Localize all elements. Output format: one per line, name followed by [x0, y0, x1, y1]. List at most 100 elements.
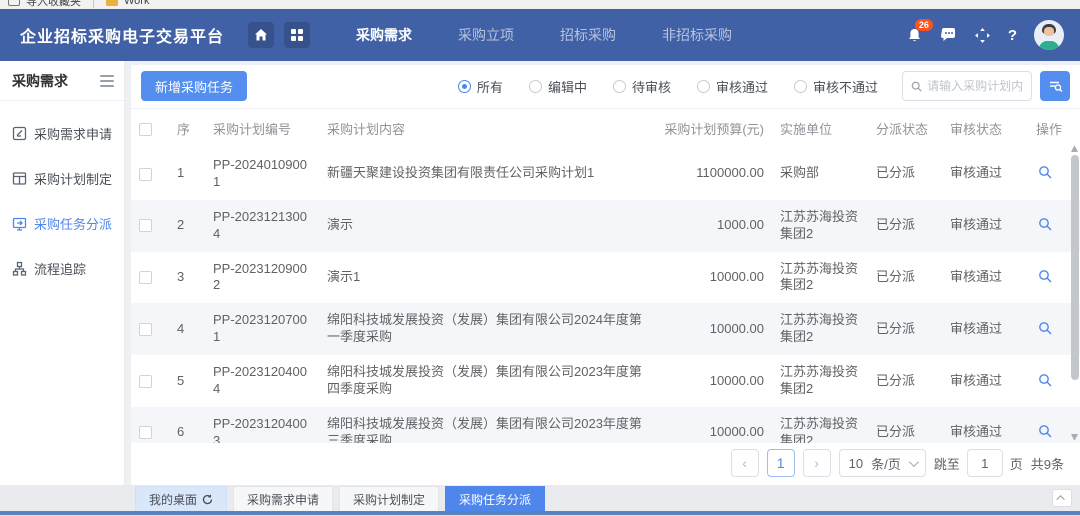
import-bookmarks-label[interactable]: 导入收藏夹: [26, 0, 81, 9]
row-checkbox[interactable]: [139, 426, 152, 439]
cell-plan-code: PP-20240109001: [205, 148, 319, 200]
messages-button[interactable]: [940, 27, 957, 43]
view-row-button[interactable]: [1036, 267, 1054, 288]
cell-seq: 6: [169, 407, 205, 443]
tab-my-desktop[interactable]: 我的桌面: [135, 486, 227, 511]
table-scrollbar[interactable]: [1070, 145, 1079, 441]
cell-budget: 10000.00: [654, 407, 772, 443]
row-checkbox[interactable]: [139, 375, 152, 388]
status-filter-group: 所有 编辑中 待审核: [458, 77, 878, 96]
cell-unit: 江苏苏海投资集团2: [772, 252, 868, 304]
col-seq: 序: [169, 109, 205, 148]
sidebar-item-task-dispatch[interactable]: 采购任务分派: [0, 201, 124, 246]
cell-seq: 4: [169, 303, 205, 355]
scroll-down-icon[interactable]: [1071, 434, 1078, 441]
col-actions: 操作: [1028, 109, 1080, 148]
cell-dispatch-status: 已分派: [868, 303, 942, 355]
home-icon: [254, 28, 268, 42]
status-filter-radio[interactable]: 所有: [458, 77, 503, 96]
header-actions: 26 ?: [906, 20, 1080, 50]
view-row-button[interactable]: [1036, 163, 1054, 184]
notifications-button[interactable]: 26: [906, 27, 923, 44]
row-checkbox[interactable]: [139, 271, 152, 284]
collapse-menu-icon[interactable]: [100, 72, 114, 90]
sidebar-item-demand-apply[interactable]: 采购需求申请: [0, 111, 124, 156]
page-size-select[interactable]: 10 条/页: [839, 449, 926, 477]
radio-icon: [613, 80, 626, 93]
cell-budget: 1100000.00: [654, 148, 772, 200]
tab-task-dispatch[interactable]: 采购任务分派: [445, 486, 545, 511]
sidebar-item-process-tracking[interactable]: 流程追踪: [0, 246, 124, 291]
radio-icon: [529, 80, 542, 93]
cell-dispatch-status: 已分派: [868, 200, 942, 252]
search-icon: [911, 80, 922, 93]
view-row-button[interactable]: [1036, 371, 1054, 392]
status-filter-radio[interactable]: 审核通过: [697, 77, 768, 96]
home-button[interactable]: [248, 22, 274, 48]
plan-table-icon: [12, 171, 27, 186]
cell-dispatch-status: 已分派: [868, 355, 942, 407]
user-avatar[interactable]: [1034, 20, 1064, 50]
cell-plan-content: 新疆天聚建设投资集团有限责任公司采购计划1: [319, 148, 654, 200]
help-button[interactable]: ?: [1008, 27, 1017, 44]
scrollbar-thumb[interactable]: [1071, 155, 1079, 380]
cell-plan-content: 绵阳科技城发展投资（发展）集团有限公司2024年度第一季度采购: [319, 303, 654, 355]
apps-grid-icon: [291, 29, 303, 41]
folder-icon[interactable]: [106, 0, 118, 6]
page-number-button[interactable]: 1: [767, 449, 795, 477]
cell-plan-code: PP-20231204004: [205, 355, 319, 407]
view-row-button[interactable]: [1036, 422, 1054, 443]
jump-prefix-label: 跳至: [934, 454, 960, 473]
nav-procurement-demand[interactable]: 采购需求: [356, 25, 412, 45]
status-filter-radio[interactable]: 待审核: [613, 77, 671, 96]
prev-page-button[interactable]: ‹: [731, 449, 759, 477]
avatar-face: [1044, 27, 1054, 36]
nav-bidding-procurement[interactable]: 招标采购: [560, 25, 616, 45]
next-page-button[interactable]: ›: [803, 449, 831, 477]
chevron-up-icon: [1056, 495, 1064, 503]
tab-demand-apply[interactable]: 采购需求申请: [233, 486, 333, 511]
cell-audit-status: 审核通过: [942, 355, 1028, 407]
cell-audit-status: 审核通过: [942, 200, 1028, 252]
col-audit-status: 审核状态: [942, 109, 1028, 148]
refresh-icon[interactable]: [202, 494, 213, 505]
view-row-button[interactable]: [1036, 319, 1054, 340]
scroll-up-icon[interactable]: [1071, 145, 1078, 152]
fullscreen-button[interactable]: [974, 27, 991, 44]
col-plan-code: 采购计划编号: [205, 109, 319, 148]
table-row: 4 PP-20231207001 绵阳科技城发展投资（发展）集团有限公司2024…: [131, 303, 1080, 355]
cell-plan-code: PP-20231207001: [205, 303, 319, 355]
cell-plan-content: 绵阳科技城发展投资（发展）集团有限公司2023年度第三季度采购: [319, 407, 654, 443]
collapse-tabs-button[interactable]: [1052, 489, 1072, 507]
row-checkbox[interactable]: [139, 323, 152, 336]
cell-audit-status: 审核通过: [942, 148, 1028, 200]
advanced-search-button[interactable]: [1040, 71, 1070, 101]
nav-procurement-initiation[interactable]: 采购立项: [458, 25, 514, 45]
search-box: [902, 71, 1032, 101]
row-checkbox[interactable]: [139, 219, 152, 232]
list-search-icon: [1048, 79, 1063, 94]
nav-non-bidding-procurement[interactable]: 非招标采购: [662, 25, 732, 45]
chat-icon: [940, 27, 957, 43]
status-filter-radio[interactable]: 审核不通过: [794, 77, 878, 96]
bookmark-folder-label[interactable]: Work: [124, 0, 149, 7]
cell-dispatch-status: 已分派: [868, 407, 942, 443]
jump-page-input[interactable]: [967, 449, 1003, 477]
table-row: 3 PP-20231209002 演示1 10000.00 江苏苏海投资集团2 …: [131, 252, 1080, 304]
cell-plan-code: PP-20231209002: [205, 252, 319, 304]
view-row-button[interactable]: [1036, 215, 1054, 236]
tab-plan-making[interactable]: 采购计划制定: [339, 486, 439, 511]
cell-unit: 江苏苏海投资集团2: [772, 407, 868, 443]
app-title: 企业招标采购电子交易平台: [0, 23, 248, 47]
edit-form-icon: [12, 126, 27, 141]
sidebar-item-plan-making[interactable]: 采购计划制定: [0, 156, 124, 201]
apps-grid-button[interactable]: [284, 22, 310, 48]
add-task-button[interactable]: 新增采购任务: [141, 71, 247, 101]
col-unit: 实施单位: [772, 109, 868, 148]
cell-plan-code: PP-20231204003: [205, 407, 319, 443]
row-checkbox[interactable]: [139, 168, 152, 181]
import-bookmarks-icon[interactable]: [8, 0, 20, 6]
search-input[interactable]: [927, 79, 1023, 93]
select-all-checkbox[interactable]: [139, 123, 152, 136]
status-filter-radio[interactable]: 编辑中: [529, 77, 587, 96]
